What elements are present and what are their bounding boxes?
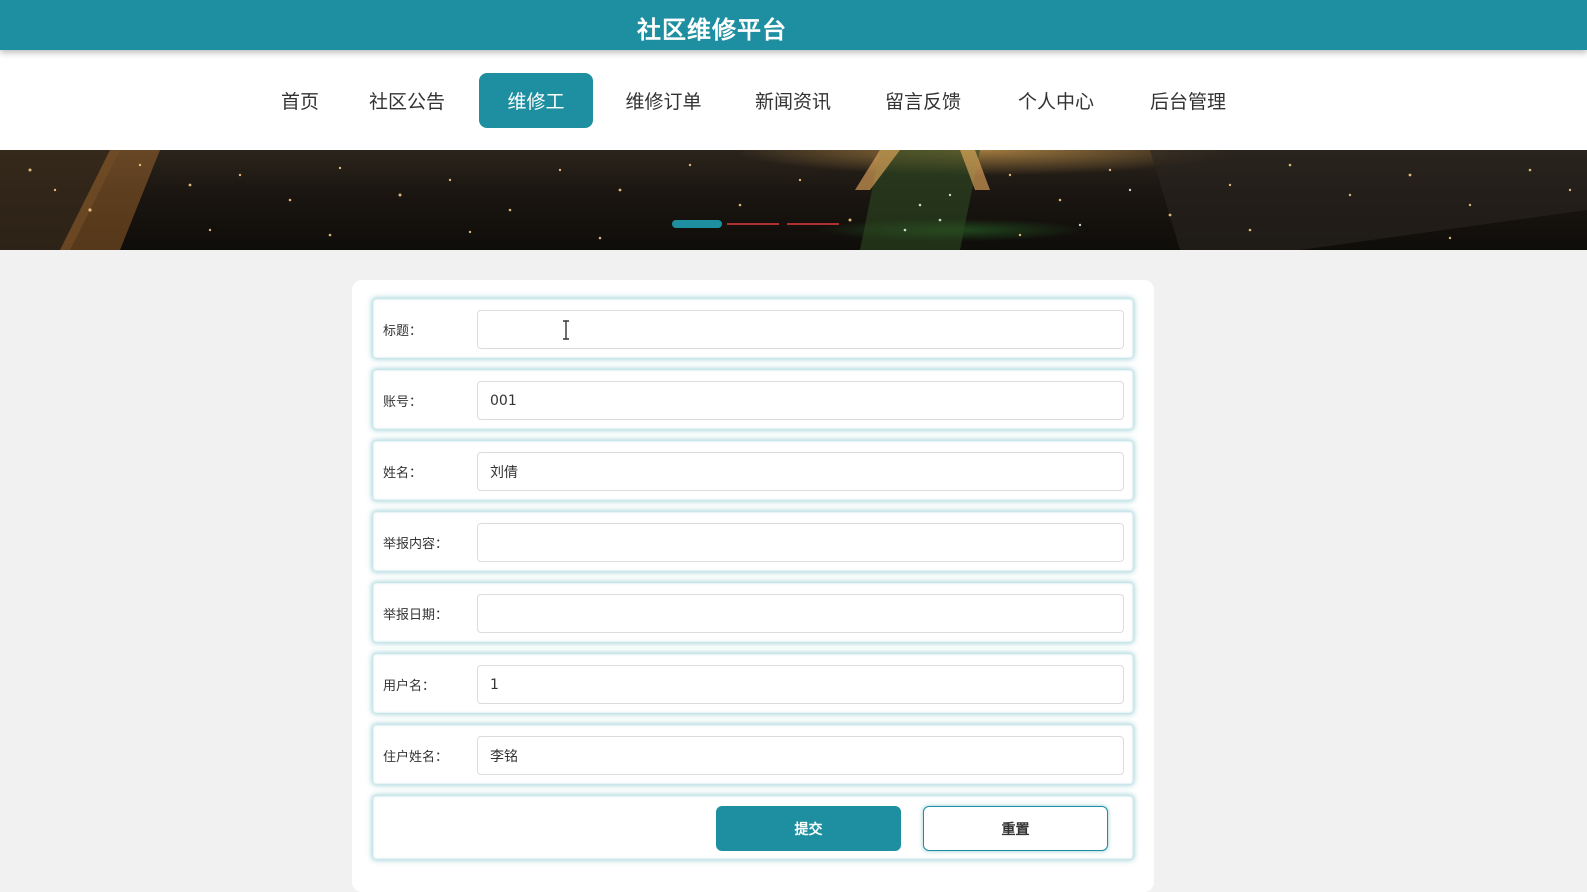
field-label: 姓名： [383, 466, 423, 481]
nav-item-home[interactable]: 首页 [260, 73, 340, 128]
form-row-actions: 提交 重置 [372, 795, 1134, 860]
name-input[interactable] [477, 452, 1124, 491]
carousel-dot[interactable] [727, 223, 779, 225]
carousel-dot-active[interactable] [672, 220, 722, 228]
field-label: 账号： [383, 395, 423, 410]
form-row-report-date: 举报日期： [372, 582, 1134, 643]
field-label: 举报内容： [383, 537, 449, 552]
form-row-account: 账号： [372, 369, 1134, 430]
field-label: 用户名： [383, 679, 436, 694]
main-nav: 首页 社区公告 维修工 维修订单 新闻资讯 留言反馈 个人中心 后台管理 [0, 50, 1587, 150]
nav-item-admin[interactable]: 后台管理 [1143, 73, 1233, 128]
form-row-report-content: 举报内容： [372, 511, 1134, 572]
field-label: 标题： [383, 324, 423, 339]
site-title: 社区维修平台 [637, 16, 787, 44]
form-row-name: 姓名： [372, 440, 1134, 501]
submit-button[interactable]: 提交 [716, 806, 901, 851]
report-date-input[interactable] [477, 594, 1124, 633]
account-input[interactable] [477, 381, 1124, 420]
top-header-bar: 社区维修平台 [0, 0, 1587, 50]
nav-list: 首页 社区公告 维修工 维修订单 新闻资讯 留言反馈 个人中心 后台管理 [0, 50, 1587, 150]
city-night-image [0, 150, 1587, 250]
nav-item-announcements[interactable]: 社区公告 [362, 73, 452, 128]
report-content-input[interactable] [477, 523, 1124, 562]
nav-item-news[interactable]: 新闻资讯 [748, 73, 838, 128]
field-label: 住户姓名： [383, 750, 449, 765]
banner-carousel[interactable] [0, 150, 1587, 250]
nav-item-repair-orders[interactable]: 维修订单 [616, 73, 711, 128]
title-input[interactable] [477, 310, 1124, 349]
nav-item-repairmen[interactable]: 维修工 [479, 73, 593, 128]
form-row-title: 标题： [372, 298, 1134, 359]
field-label: 举报日期： [383, 608, 449, 623]
resident-name-input[interactable] [477, 736, 1124, 775]
username-input[interactable] [477, 665, 1124, 704]
nav-item-feedback[interactable]: 留言反馈 [878, 73, 968, 128]
carousel-dot[interactable] [787, 223, 839, 225]
report-form-panel: 标题： 账号： 姓名： 举报内容： 举报日期： 用户名： 住户姓名： 提交 重置 [352, 280, 1154, 892]
nav-item-personal-center[interactable]: 个人中心 [1011, 73, 1101, 128]
form-row-resident-name: 住户姓名： [372, 724, 1134, 785]
form-row-username: 用户名： [372, 653, 1134, 714]
reset-button[interactable]: 重置 [923, 806, 1108, 851]
